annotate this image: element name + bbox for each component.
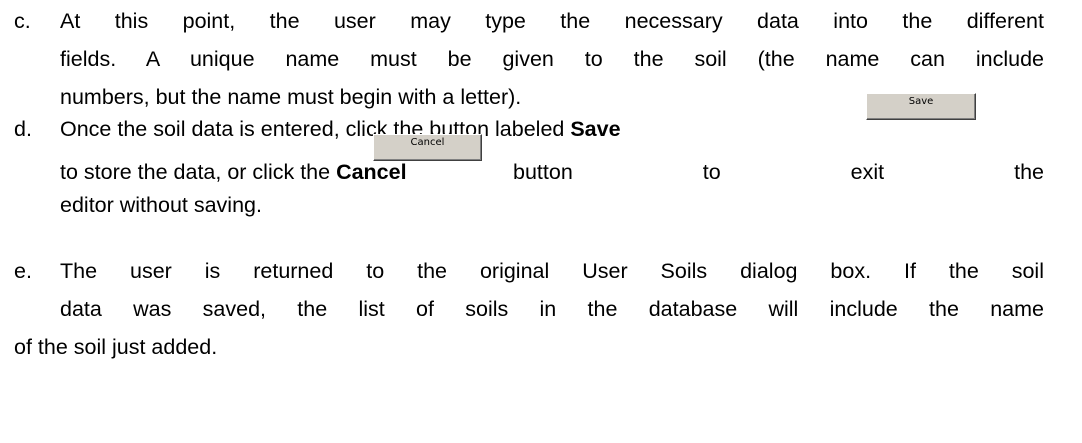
cancel-button-label: Cancel [410, 137, 445, 148]
document-page: c. At this point, the user may type the … [0, 0, 1082, 443]
step-d: d. Once the soil data is entered, click … [14, 117, 1044, 258]
save-keyword: Save [570, 117, 621, 141]
step-d-line-1: Once the soil data is entered, click the… [60, 112, 621, 146]
step-e: e. The user is returned to the original … [14, 254, 1044, 374]
step-d-line-1-text: Once the soil data is entered, click the… [60, 117, 571, 141]
save-button[interactable]: Save [866, 93, 976, 120]
step-c-line-2: fields. A unique name must be given to t… [60, 47, 1044, 71]
step-marker: c. [14, 9, 31, 33]
step-d-line-2-start: to store the data, or click the Cancel [60, 155, 407, 189]
step-e-line-1: The user is returned to the original Use… [60, 259, 1044, 283]
step-d-line-3: editor without saving. [60, 193, 262, 217]
step-c-line-3: numbers, but the name must begin with a … [60, 85, 522, 109]
step-d-line-2-tail: button to exit the [513, 160, 1044, 184]
step-marker: e. [14, 259, 32, 283]
step-c-line-1: At this point, the user may type the nec… [60, 9, 1044, 33]
step-e-line-2: data was saved, the list of soils in the… [60, 297, 1044, 321]
step-e-line-3: of the soil just added. [14, 335, 218, 359]
cancel-keyword: Cancel [336, 160, 407, 184]
save-button-label: Save [908, 96, 934, 107]
step-d-line-2-end: button to exit the [497, 155, 1044, 189]
cancel-button[interactable]: Cancel [373, 134, 482, 161]
step-d-line-2-text: to store the data, or click the [60, 160, 337, 184]
step-marker: d. [14, 117, 32, 141]
